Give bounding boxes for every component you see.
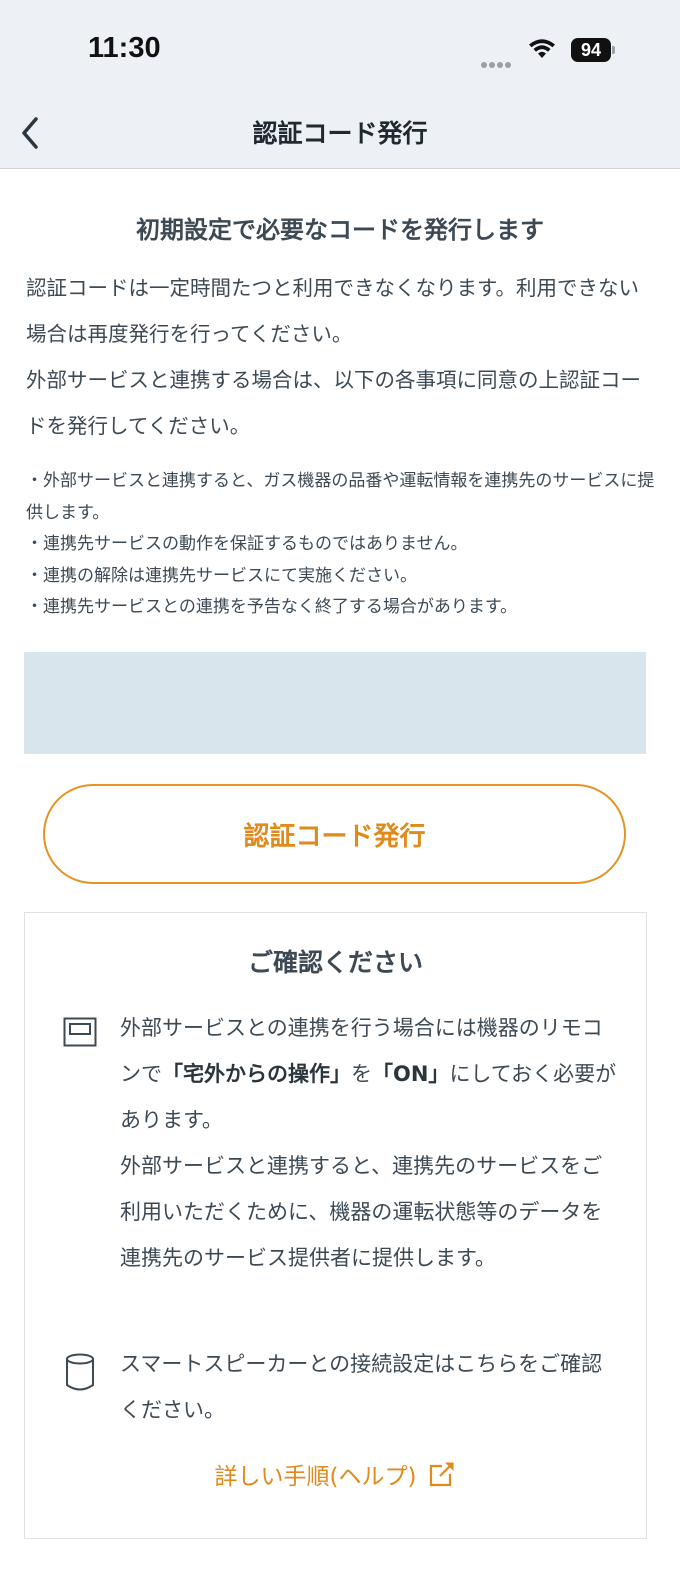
confirm-title: ご確認ください (247, 948, 423, 977)
emphasis-text: 「宅外からの操作」 (162, 1062, 351, 1086)
issue-code-button[interactable]: 認証コード発行 (43, 784, 626, 884)
smart-speaker-icon (66, 1353, 94, 1391)
battery-tip (612, 46, 615, 54)
lead-paragraph: 認証コードは一定時間たつと利用できなくなります。利用できない場合は再度発行を行っ… (26, 276, 639, 346)
remote-setting-note: 外部サービスとの連携を行う場合には機器のリモコンで「宅外からの操作」を「ON」に… (120, 1005, 620, 1281)
help-link-label: 詳しい手順(ヘルプ) (214, 1464, 417, 1490)
wifi-icon (529, 39, 555, 58)
note-item: ・連携先サービスの動作を保証するものではありません。 (26, 534, 468, 554)
code-display-area (24, 652, 646, 754)
cellular-signal-icon (481, 53, 513, 72)
lead-text: 認証コードは一定時間たつと利用できなくなります。利用できない場合は再度発行を行っ… (26, 265, 654, 449)
section-heading: 初期設定で必要なコードを発行します (136, 216, 544, 244)
note-item: ・外部サービスと連携すると、ガス機器の品番や運転情報を連携先のサービスに提供しま… (26, 471, 655, 523)
notes-list: ・外部サービスと連携すると、ガス機器の品番や運転情報を連携先のサービスに提供しま… (26, 466, 656, 624)
external-link-icon (430, 1462, 455, 1487)
lead-paragraph: 外部サービスと連携する場合は、以下の各事項に同意の上認証コードを発行してください… (26, 368, 641, 438)
navigation-bar: 認証コード発行 (0, 100, 680, 169)
help-link[interactable]: 詳しい手順(ヘルプ) (25, 1457, 646, 1491)
note-text: 外部サービスと連携すると、連携先のサービスをご利用いただくために、機器の運転状態… (120, 1154, 603, 1270)
note-item: ・連携の解除は連携先サービスにて実施ください。 (26, 565, 417, 586)
page-title: 認証コード発行 (252, 119, 428, 148)
note-item: ・連携先サービスとの連携を予告なく終了する場合があります。 (26, 597, 518, 617)
note-text: を (351, 1062, 372, 1086)
status-bar: 11:30 94 (0, 0, 680, 100)
speaker-setting-note: スマートスピーカーとの接続設定はこちらをご確認ください。 (120, 1352, 603, 1422)
remote-controller-icon (63, 1017, 97, 1047)
emphasis-text: 「ON」 (372, 1062, 450, 1086)
battery-indicator: 94 (571, 38, 611, 62)
status-time: 11:30 (88, 32, 161, 64)
confirmation-box: ご確認ください 外部サービスとの連携を行う場合には機器のリモコンで「宅外からの操… (24, 912, 647, 1539)
